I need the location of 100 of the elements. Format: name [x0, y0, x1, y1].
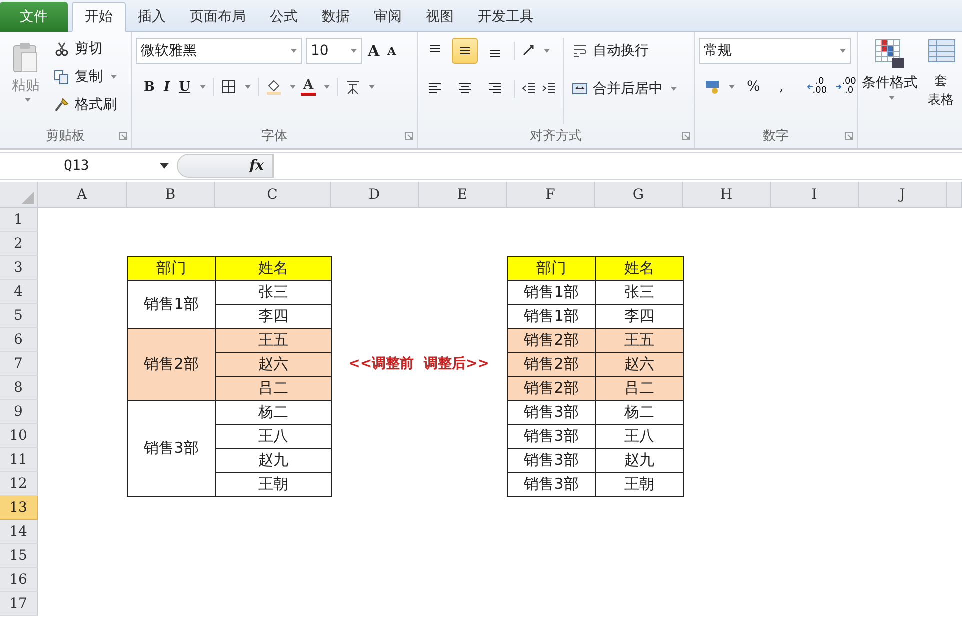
name-cell: 赵六 — [595, 352, 684, 377]
ribbon-tab[interactable]: 数据 — [310, 2, 362, 32]
decimal-button[interactable]: .00 .0 — [834, 78, 858, 96]
ribbon-tab[interactable]: 视图 — [414, 2, 466, 32]
row-header[interactable]: 3 — [0, 256, 38, 280]
row-header[interactable]: 12 — [0, 472, 38, 496]
row-header[interactable]: 13 — [0, 496, 38, 520]
row-header[interactable]: 2 — [0, 232, 38, 256]
column-header[interactable]: G — [595, 182, 683, 208]
clipboard-action[interactable]: 格式刷 — [54, 94, 117, 116]
column-header[interactable]: F — [507, 182, 595, 208]
grow-font-button[interactable]: A — [366, 42, 382, 60]
brush-icon — [55, 98, 69, 112]
align-lines-icon — [428, 84, 442, 94]
caret-icon — [351, 49, 357, 53]
column-header[interactable]: I — [771, 182, 859, 208]
column-header[interactable]: D — [331, 182, 419, 208]
dialog-launcher-icon[interactable] — [405, 132, 413, 140]
header-cell: 姓名 — [215, 256, 332, 281]
group-label: 剪贴板 — [46, 128, 85, 145]
column-header[interactable]: A — [38, 182, 127, 208]
dept-cell: 销售2部 — [507, 376, 596, 401]
clipboard-action[interactable]: 复制 — [54, 66, 117, 88]
row-header[interactable]: 9 — [0, 400, 38, 424]
vertical-align-button[interactable] — [452, 38, 478, 64]
caret-icon — [24, 98, 30, 102]
row-header[interactable]: 1 — [0, 208, 38, 232]
column-header[interactable]: B — [127, 182, 215, 208]
ribbon-tab[interactable]: 文件 — [0, 2, 68, 32]
column-header[interactable]: H — [683, 182, 771, 208]
caret-icon[interactable] — [160, 163, 169, 169]
caret-icon — [291, 49, 297, 53]
dialog-launcher-icon[interactable] — [119, 132, 127, 140]
font-style-button[interactable]: B — [142, 80, 157, 94]
row-header[interactable]: 15 — [0, 544, 38, 568]
row-header[interactable]: 11 — [0, 448, 38, 472]
table-grid-icon — [928, 40, 956, 62]
name-cell: 吕二 — [215, 376, 332, 401]
row-header[interactable]: 7 — [0, 352, 38, 376]
annotation-text: <<调整前 调整后>> — [348, 355, 490, 374]
wrap-text-button[interactable]: 自动换行 — [572, 38, 677, 64]
clipboard-icon — [14, 43, 38, 72]
triangle-icon — [22, 192, 34, 204]
phonetic-guide-icon[interactable] — [346, 82, 360, 94]
copy-icon — [54, 70, 68, 84]
insert-function-button[interactable]: fx — [250, 158, 264, 174]
decrease-indent-icon[interactable] — [522, 84, 536, 94]
ribbon-tab[interactable]: 开始 — [72, 2, 126, 32]
shrink-font-button[interactable]: A — [386, 44, 398, 58]
ribbon-tab[interactable]: 页面布局 — [178, 2, 258, 32]
dialog-launcher-icon[interactable] — [682, 132, 690, 140]
row-header[interactable]: 6 — [0, 328, 38, 352]
ribbon-tab[interactable]: 开发工具 — [466, 2, 546, 32]
row-header[interactable]: 17 — [0, 592, 38, 616]
row-header[interactable]: 10 — [0, 424, 38, 448]
name-box[interactable]: Q13 — [0, 158, 160, 174]
row-header[interactable]: 14 — [0, 520, 38, 544]
row-header[interactable]: 8 — [0, 376, 38, 400]
caret-icon — [368, 85, 375, 89]
dept-cell: 销售2部 — [127, 328, 216, 401]
conditional-format-button[interactable]: 条件格式 — [862, 38, 918, 148]
number-format-field[interactable]: 常规 — [699, 38, 851, 64]
merge-cells-icon — [572, 84, 588, 94]
ribbon-tab[interactable]: 插入 — [126, 2, 178, 32]
name-cell: 王朝 — [595, 472, 684, 497]
font-family-field[interactable]: 微软雅黑 — [136, 38, 302, 64]
font-style-button[interactable]: U — [177, 80, 192, 94]
group-label: 数字 — [763, 128, 789, 145]
caret-icon — [200, 85, 206, 89]
caret-icon — [840, 49, 846, 53]
ribbon-tab[interactable]: 审阅 — [362, 2, 414, 32]
percent-button[interactable]: % — [740, 79, 768, 95]
column-header[interactable]: C — [215, 182, 331, 208]
name-cell: 吕二 — [595, 376, 684, 401]
column-header[interactable]: J — [859, 182, 947, 208]
font-style-button[interactable]: I — [162, 80, 172, 94]
align-lines-icon — [458, 84, 472, 94]
clipboard-action[interactable]: 剪切 — [54, 38, 117, 60]
dialog-launcher-icon[interactable] — [845, 132, 853, 140]
comma-button[interactable]: , — [772, 79, 791, 95]
row-header[interactable]: 16 — [0, 568, 38, 592]
dept-cell: 销售2部 — [507, 352, 596, 377]
caret-icon — [544, 49, 550, 53]
text-orientation-icon[interactable] — [523, 45, 534, 56]
dept-cell: 销售3部 — [507, 472, 596, 497]
group-label: 字体 — [262, 128, 288, 145]
font-size-field[interactable]: 10 — [306, 38, 362, 64]
borders-icon[interactable] — [222, 80, 236, 94]
row-header[interactable]: 5 — [0, 304, 38, 328]
decimal-button[interactable]: .0 .00 — [804, 78, 830, 96]
column-header[interactable]: E — [419, 182, 507, 208]
merge-center-button[interactable]: 合并后居中 — [572, 76, 677, 102]
increase-indent-icon[interactable] — [542, 84, 556, 94]
ribbon-tab[interactable]: 公式 — [258, 2, 310, 32]
fill-bucket-icon[interactable] — [267, 80, 282, 95]
font-color-button[interactable]: A — [301, 78, 316, 96]
row-header[interactable]: 4 — [0, 280, 38, 304]
dept-cell: 销售3部 — [127, 400, 216, 497]
table-format-button[interactable]: 套 表格 — [924, 38, 958, 148]
currency-icon[interactable] — [706, 81, 719, 94]
